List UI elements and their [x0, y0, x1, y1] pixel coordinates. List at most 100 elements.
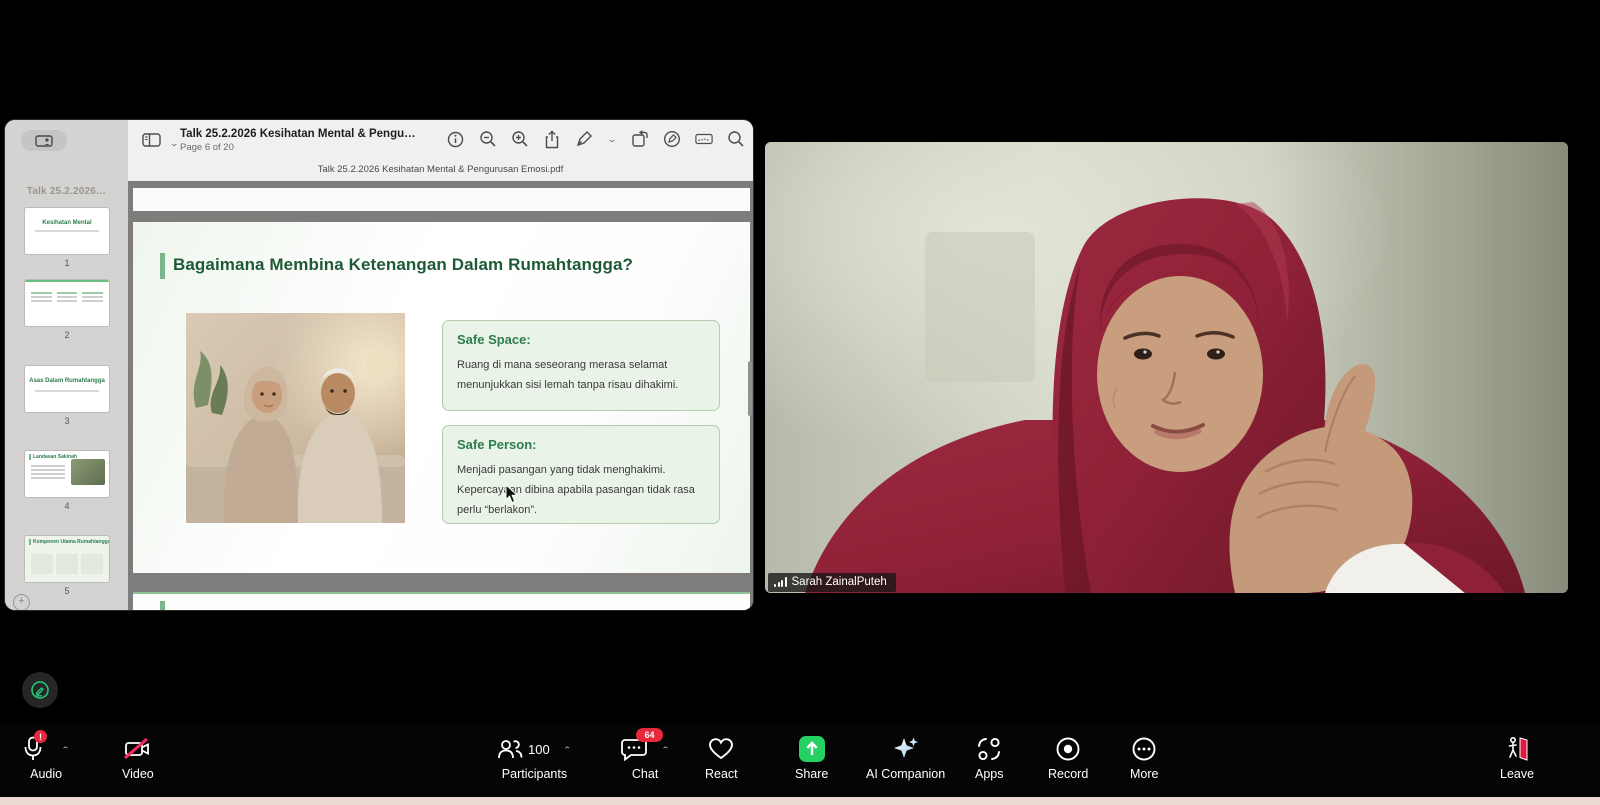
ai-companion-label: AI Companion: [866, 767, 945, 781]
chat-unread-badge: 64: [636, 728, 663, 742]
mouse-cursor: [505, 484, 519, 504]
heart-icon: [708, 737, 734, 761]
thumbnail-subtitle-line: [35, 230, 99, 232]
thumbnail-title: Kesihatan Mental: [25, 220, 109, 226]
audio-button[interactable]: ! ⌃ Audio: [22, 734, 70, 781]
page-indicator: Page 6 of 20: [180, 142, 416, 153]
rotate-icon: [631, 130, 649, 148]
zoom-in-button[interactable]: [511, 130, 529, 148]
ai-companion-button[interactable]: AI Companion: [866, 734, 945, 781]
audio-options-chevron[interactable]: ⌃: [61, 744, 70, 753]
thumbnail-page-4[interactable]: Landasan Sakinah 4: [25, 451, 109, 511]
meeting-window: Talk 25.2.2026… Kesihatan Mental 1: [0, 0, 1600, 805]
chat-label: Chat: [632, 767, 658, 781]
markup-button[interactable]: [575, 130, 593, 148]
add-page-button[interactable]: +: [13, 594, 30, 610]
chat-button[interactable]: 64 ⌃ Chat: [620, 734, 670, 781]
markup-options-chevron[interactable]: ⌄: [607, 134, 617, 144]
leave-label: Leave: [1500, 767, 1534, 781]
document-title: Talk 25.2.2026 Kesihatan Mental & Pengu…: [180, 128, 416, 140]
thumbnail-number: 5: [25, 586, 109, 596]
background-window-edge: [0, 797, 1600, 805]
leave-door-icon: [1503, 736, 1531, 762]
document-scrollbar[interactable]: [748, 361, 752, 416]
participants-icon: [497, 737, 523, 761]
more-ellipsis-icon: [1131, 736, 1157, 762]
thumbnail-number: 3: [25, 416, 109, 426]
thumbnail-image: Kesihatan Mental: [25, 208, 109, 254]
share-screen-icon: [799, 736, 825, 762]
highlighter-pen-icon: [575, 130, 593, 148]
video-button[interactable]: Video: [122, 734, 154, 781]
toggle-sidebar-button[interactable]: [142, 132, 161, 153]
thumbnail-columns: [31, 292, 103, 304]
thumbnail-number: 2: [25, 330, 109, 340]
presenter-overlay-button[interactable]: [21, 130, 67, 151]
apps-icon: [976, 736, 1002, 762]
filename-bar: Talk 25.2.2026 Kesihatan Mental & Pengur…: [128, 164, 753, 175]
chat-options-chevron[interactable]: ⌃: [661, 744, 670, 753]
couple-photo-illustration: [186, 313, 405, 523]
thumbnail-page-2[interactable]: 2: [25, 280, 109, 340]
share-export-icon: [544, 130, 560, 149]
audio-label: Audio: [30, 767, 62, 781]
presenter-video: [765, 142, 1568, 593]
thumbnail-card: [81, 554, 103, 574]
participant-name: Sarah ZainalPuteh: [792, 576, 887, 588]
audio-alert-badge: !: [34, 730, 47, 743]
share-label: Share: [795, 767, 828, 781]
sidebar-document-label: Talk 25.2.2026…: [5, 186, 128, 197]
share-button[interactable]: Share: [795, 734, 828, 781]
next-page-top: [133, 592, 750, 610]
apps-button[interactable]: Apps: [975, 734, 1004, 781]
info-button[interactable]: [447, 130, 465, 148]
safe-space-heading: Safe Space:: [457, 332, 705, 347]
thumbnail-number: 4: [25, 501, 109, 511]
more-label: More: [1130, 767, 1158, 781]
thumbnail-image: Komponen Utama Rumahtangga: [25, 536, 109, 582]
meeting-toolbar: ! ⌃ Audio Video: [0, 725, 1600, 797]
react-button[interactable]: React: [705, 734, 738, 781]
thumbnail-title: Komponen Utama Rumahtangga: [29, 539, 109, 545]
signature-button[interactable]: [695, 130, 713, 148]
thumbnail-photo: [71, 459, 105, 485]
thumbnail-title: Asas Dalam Rumahtangga: [25, 378, 109, 384]
video-camera-off-icon: [123, 737, 153, 761]
thumbnail-page-1[interactable]: Kesihatan Mental 1: [25, 208, 109, 268]
sidebar-options-chevron[interactable]: ⌄: [169, 138, 179, 148]
safe-person-body: Menjadi pasangan yang tidak menghakimi. …: [457, 460, 705, 520]
thumbnail-card: [31, 554, 53, 574]
info-icon: [447, 131, 464, 148]
participants-label: Participants: [502, 767, 567, 781]
annotate-button[interactable]: [22, 672, 58, 708]
couple-photo: [186, 313, 405, 523]
search-button[interactable]: [727, 130, 745, 148]
participants-count: 100: [528, 742, 550, 757]
thumbnail-image: Asas Dalam Rumahtangga: [25, 366, 109, 412]
participant-name-tag: Sarah ZainalPuteh: [768, 573, 896, 592]
thumbnail-number: 1: [25, 258, 109, 268]
thumbnail-card: [56, 554, 78, 574]
signature-box-icon: [695, 131, 713, 147]
screen-person-icon: [35, 135, 53, 147]
video-label: Video: [122, 767, 154, 781]
ai-companion-sparkle-icon: [892, 735, 920, 763]
thumbnail-accent-line: [25, 280, 109, 282]
record-button[interactable]: Record: [1048, 734, 1088, 781]
participants-button[interactable]: 100 ⌃ Participants: [497, 734, 572, 781]
fill-sign-button[interactable]: [663, 130, 681, 148]
pdf-document-area[interactable]: Bagaimana Membina Ketenangan Dalam Rumah…: [128, 181, 753, 610]
thumbnail-page-3[interactable]: Asas Dalam Rumahtangga 3: [25, 366, 109, 426]
participants-options-chevron[interactable]: ⌃: [563, 744, 572, 753]
apps-label: Apps: [975, 767, 1004, 781]
record-icon: [1055, 736, 1081, 762]
safe-person-box: Safe Person: Menjadi pasangan yang tidak…: [442, 425, 720, 524]
thumbnail-page-5[interactable]: Komponen Utama Rumahtangga 5: [25, 536, 109, 596]
rotate-button[interactable]: [631, 130, 649, 148]
more-button[interactable]: More: [1130, 734, 1158, 781]
record-label: Record: [1048, 767, 1088, 781]
leave-button[interactable]: Leave: [1500, 734, 1534, 781]
share-document-button[interactable]: [543, 130, 561, 148]
previous-page-bottom: [133, 188, 750, 211]
zoom-out-button[interactable]: [479, 130, 497, 148]
